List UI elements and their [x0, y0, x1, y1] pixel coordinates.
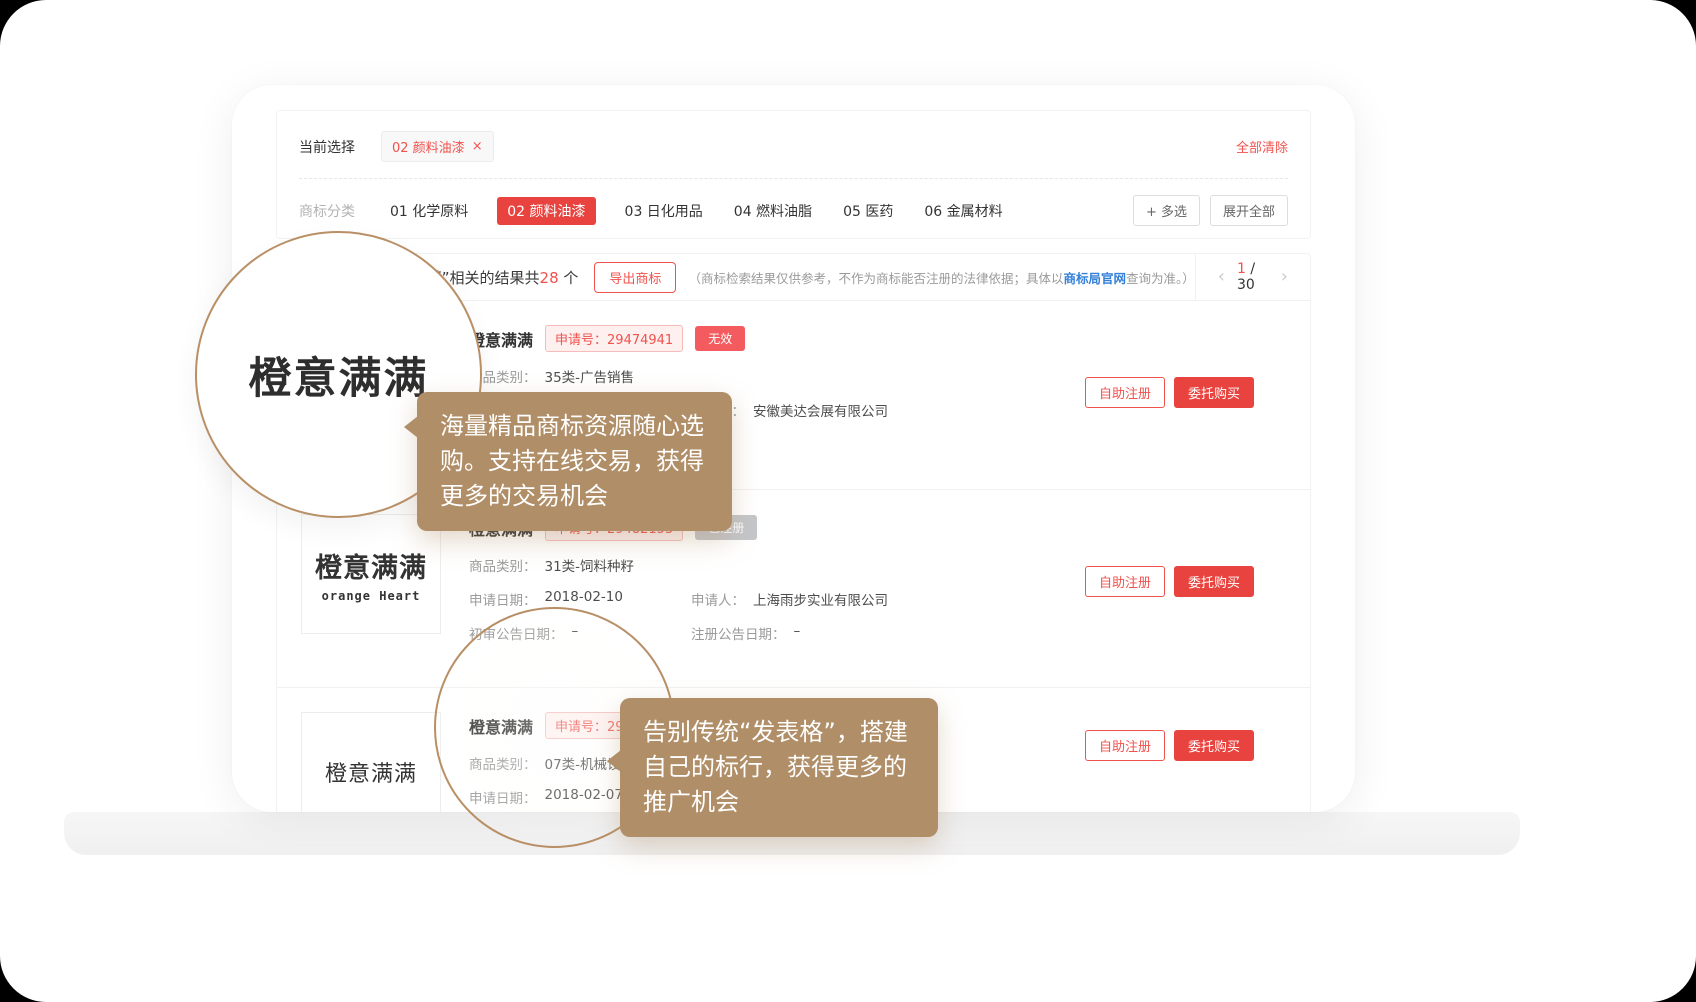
current-page: 1	[1237, 261, 1246, 277]
category-tab-03[interactable]: 03 日化用品	[623, 197, 705, 225]
pagination: ‹ 1 / 30 ›	[1195, 254, 1310, 300]
self-register-button[interactable]: 自助注册	[1085, 730, 1165, 761]
prev-page-icon[interactable]: ‹	[1218, 268, 1225, 286]
self-register-button[interactable]: 自助注册	[1085, 377, 1165, 408]
trademark-office-link[interactable]: 商标局官网	[1063, 271, 1126, 286]
expand-all-button[interactable]: 展开全部	[1210, 195, 1288, 226]
trademark-logo-tile: 橙意满满	[301, 712, 441, 812]
next-page-icon[interactable]: ›	[1281, 268, 1288, 286]
disclaimer-after: 查询为准。）	[1126, 271, 1195, 286]
category-tab-01[interactable]: 01 化学原料	[388, 197, 470, 225]
summary-suffix: 个	[559, 269, 579, 287]
current-selection-label: 当前选择	[299, 137, 355, 157]
field-label: 商品类别：	[469, 555, 537, 575]
field-label: 注册公告日期：	[691, 623, 786, 643]
category-tab-05[interactable]: 05 医药	[841, 197, 895, 225]
page-background: 当前选择 02 颜料油漆 × 全部清除 商标分类 01 化学原料 02 颜料油漆…	[0, 0, 1696, 1002]
multi-select-button[interactable]: + 多选	[1133, 195, 1200, 226]
field-value: 2018-02-10	[545, 589, 623, 609]
category-tab-06[interactable]: 06 金属材料	[922, 197, 1004, 225]
total-pages: 30	[1237, 277, 1255, 293]
field-value: 安徽美达会展有限公司	[753, 400, 888, 420]
field-value: –	[794, 623, 801, 643]
clear-all-button[interactable]: 全部清除	[1236, 137, 1288, 156]
category-section-label: 商标分类	[299, 201, 355, 221]
category-tab-02-selected[interactable]: 02 颜料油漆	[497, 197, 595, 225]
close-icon[interactable]: ×	[472, 140, 483, 153]
trademark-logo-tile: 橙意满满 orange Heart	[301, 514, 441, 634]
entrust-purchase-button[interactable]: 委托购买	[1174, 566, 1254, 597]
entrust-purchase-button[interactable]: 委托购买	[1174, 730, 1254, 761]
application-number-value: 29474941	[607, 333, 673, 348]
field-label: 申请日期：	[469, 589, 537, 609]
field-label: 申请人：	[691, 589, 745, 609]
filter-panel: 当前选择 02 颜料油漆 × 全部清除 商标分类 01 化学原料 02 颜料油漆…	[276, 110, 1311, 239]
callout-bubble-promo: 告别传统“发表格”，搭建自己的标行，获得更多的推广机会	[620, 698, 938, 837]
export-trademarks-button[interactable]: 导出商标	[594, 262, 676, 293]
disclaimer-text: （商标检索结果仅供参考，不作为商标能否注册的法律依据；具体以商标局官网查询为准。…	[688, 268, 1194, 287]
trademark-logo-text: 橙意满满	[325, 756, 417, 788]
application-number-label: 申请号：	[555, 333, 607, 348]
field-value: 31类-饲料种籽	[545, 555, 635, 575]
magnified-trademark-text: 橙意满满	[249, 344, 429, 406]
self-register-button[interactable]: 自助注册	[1085, 566, 1165, 597]
selected-filter-tag-label: 02 颜料油漆	[392, 137, 465, 156]
selected-filter-tag[interactable]: 02 颜料油漆 ×	[381, 131, 494, 162]
category-tab-04[interactable]: 04 燃料油脂	[732, 197, 814, 225]
field-value: 上海雨步实业有限公司	[753, 589, 888, 609]
status-badge: 无效	[695, 326, 745, 351]
entrust-purchase-button[interactable]: 委托购买	[1174, 377, 1254, 408]
application-number-tag: 申请号：29474941	[545, 325, 683, 352]
trademark-logo-text: 橙意满满	[315, 546, 427, 585]
callout-bubble-trade: 海量精品商标资源随心选购。支持在线交易，获得更多的交易机会	[417, 392, 732, 531]
trademark-logo-subtext: orange Heart	[322, 589, 421, 603]
summary-count: 28	[540, 269, 559, 287]
disclaimer-before: （商标检索结果仅供参考，不作为商标能否注册的法律依据；具体以	[688, 271, 1063, 286]
page-separator: /	[1250, 261, 1255, 277]
field-value: 35类-广告销售	[545, 366, 635, 386]
